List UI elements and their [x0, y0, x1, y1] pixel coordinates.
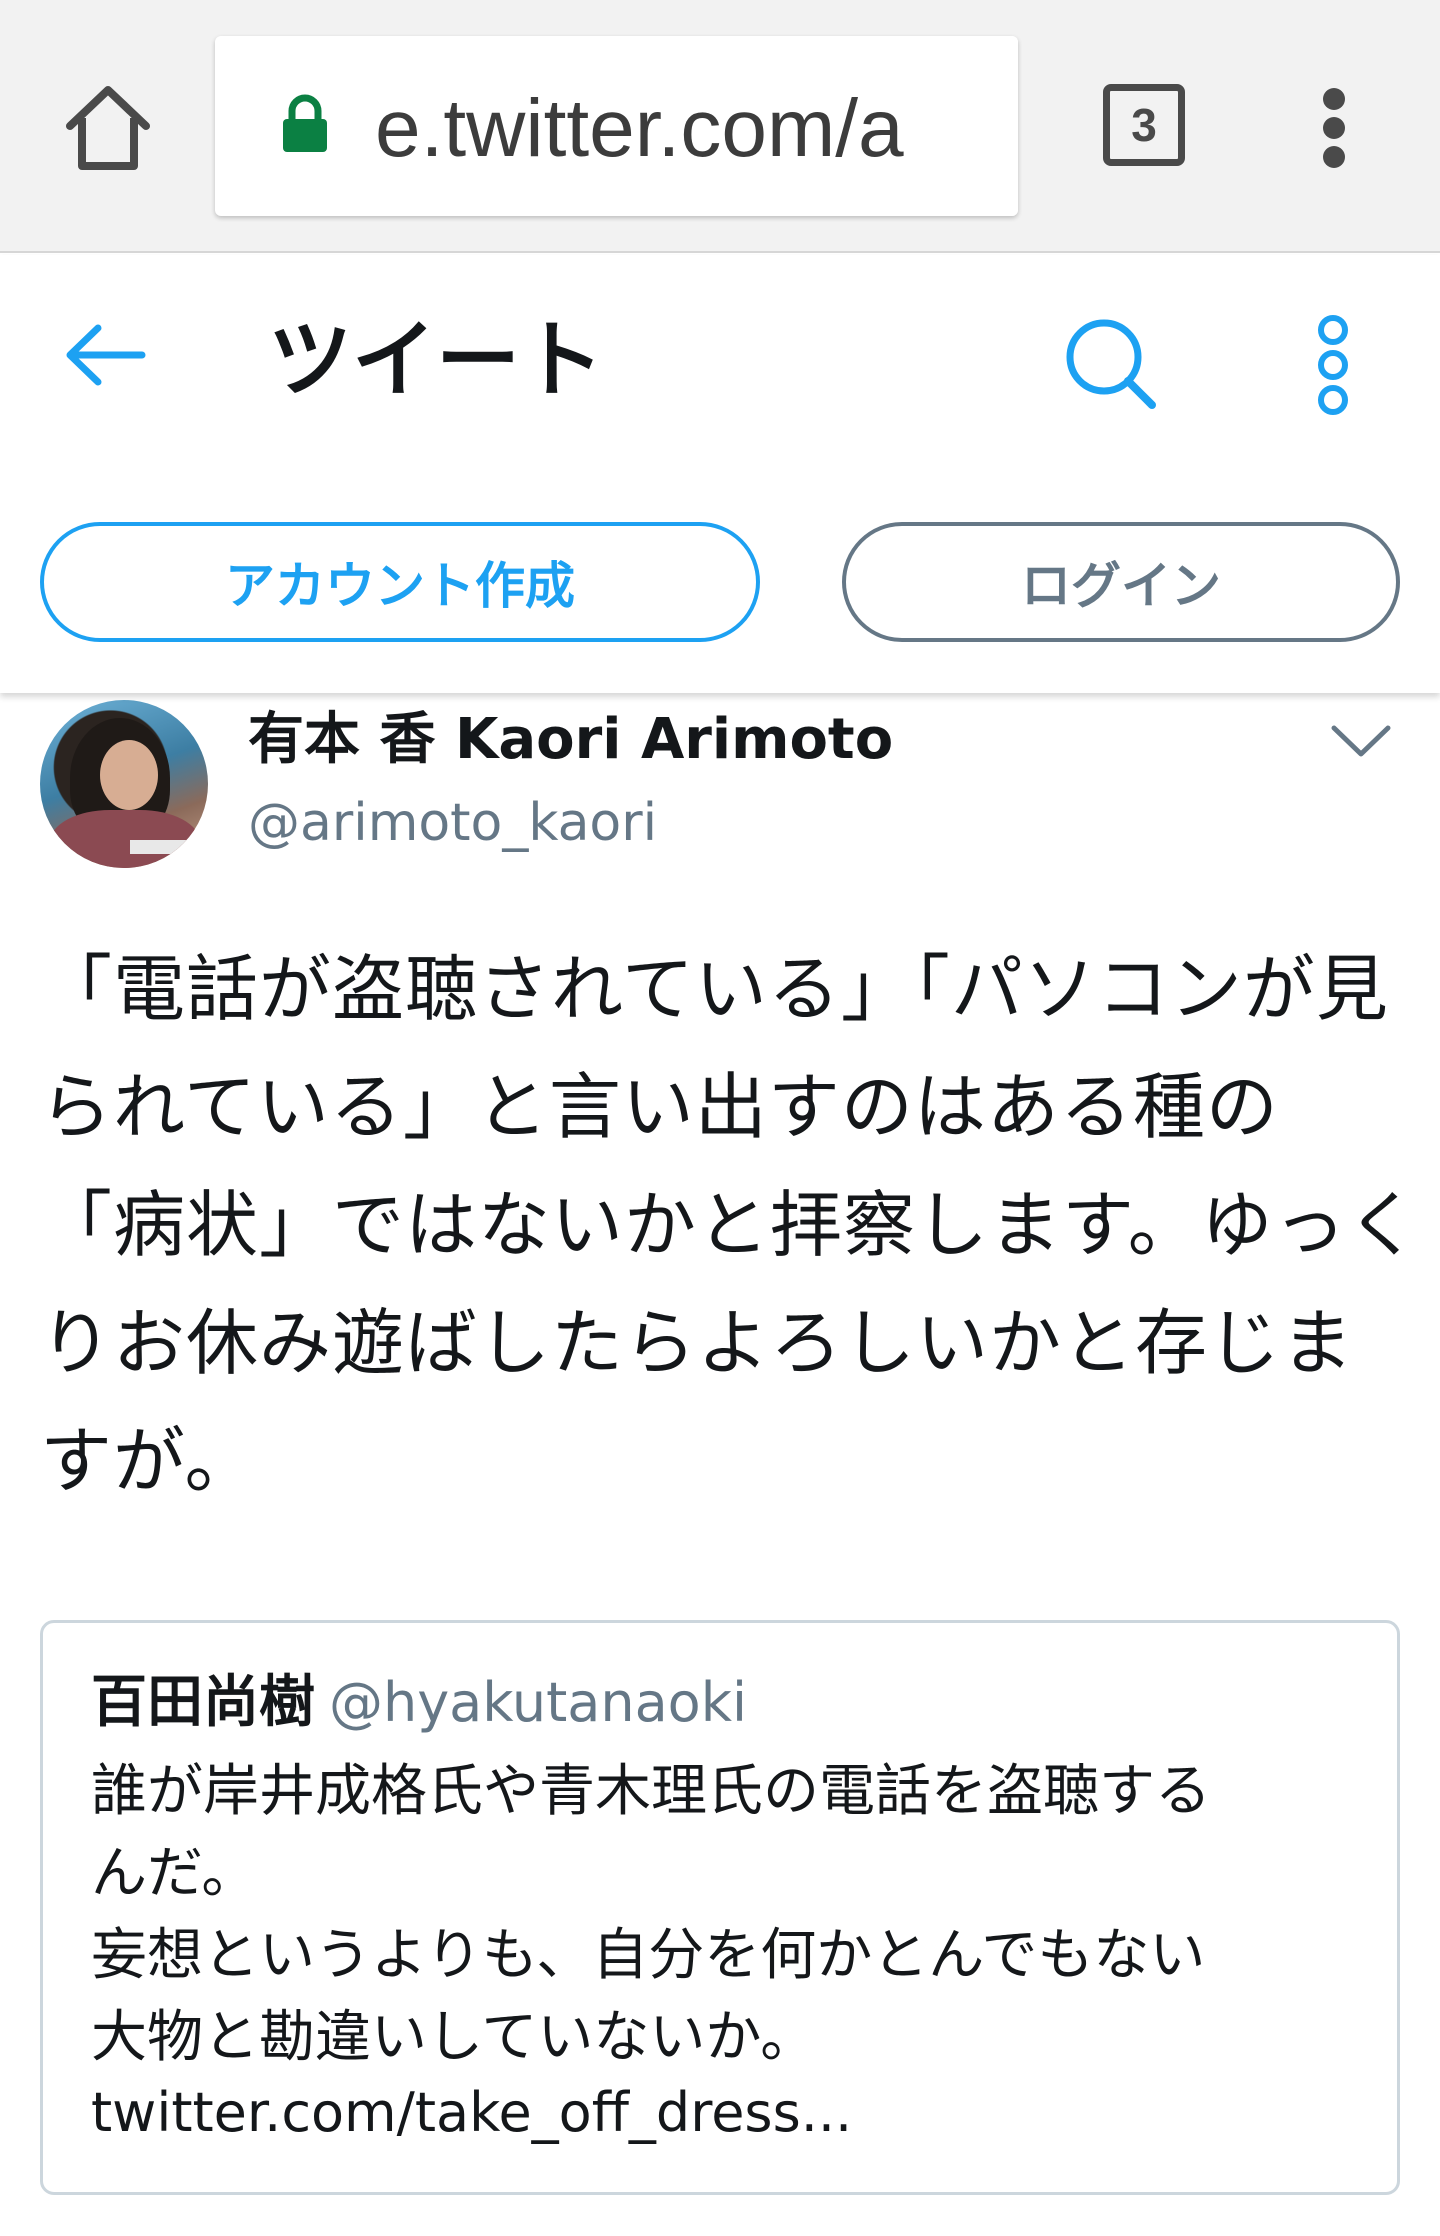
quoted-author-username: @hyakutanaoki: [329, 1671, 747, 1734]
tab-count: 3: [1131, 99, 1157, 151]
create-account-button[interactable]: アカウント作成: [40, 522, 760, 642]
quoted-tweet-header: 百田尚樹 @hyakutanaoki: [91, 1668, 747, 1738]
lock-icon: [280, 94, 330, 154]
vertical-dots-icon[interactable]: [1315, 88, 1355, 168]
quoted-line: んだ。: [91, 1841, 258, 1906]
search-icon[interactable]: [1062, 315, 1158, 411]
browser-toolbar: e.twitter.com/a 3: [0, 0, 1440, 253]
quoted-author-name: 百田尚樹: [91, 1670, 315, 1735]
more-options-icon[interactable]: [1314, 315, 1358, 415]
page-title: ツイート: [268, 311, 605, 409]
tab-switcher-button[interactable]: 3: [1103, 84, 1185, 166]
quoted-line: 誰が岸井成格氏や青木理氏の電話を盗聴する: [91, 1759, 1211, 1824]
author-username[interactable]: @arimoto_kaori: [248, 790, 657, 856]
quoted-line: 大物と勘違いしていないか。: [91, 2005, 817, 2070]
quoted-line: 妄想というよりも、自分を何かとんでもない: [91, 1923, 1206, 1988]
url-fade: [948, 36, 1018, 216]
tweet-text: 「電話が盗聴されている」「パソコンが見られている」と言い出すのはある種の「病状」…: [40, 947, 1420, 1503]
avatar[interactable]: [40, 700, 208, 868]
address-bar[interactable]: e.twitter.com/a: [215, 36, 1018, 216]
quoted-tweet-card[interactable]: 百田尚樹 @hyakutanaoki 誰が岸井成格氏や青木理氏の電話を盗聴する ん…: [40, 1620, 1400, 2195]
twitter-header: ツイート アカウント作成 ログイン: [0, 255, 1440, 693]
url-text: e.twitter.com/a: [375, 84, 904, 174]
back-arrow-icon[interactable]: [62, 320, 148, 390]
home-icon[interactable]: [62, 82, 154, 172]
login-button[interactable]: ログイン: [842, 522, 1400, 642]
author-display-name[interactable]: 有本 香 Kaori Arimoto: [248, 705, 893, 775]
quoted-tweet-link[interactable]: twitter.com/take_off_dress...: [91, 2078, 852, 2148]
chevron-down-icon[interactable]: [1330, 722, 1392, 762]
quoted-tweet-text: 誰が岸井成格氏や青木理氏の電話を盗聴する んだ。 妄想というよりも、自分を何かと…: [91, 1751, 1371, 2079]
